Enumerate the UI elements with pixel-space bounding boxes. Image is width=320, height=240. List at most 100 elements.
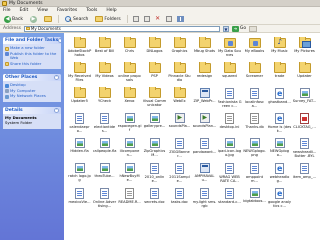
file-item[interactable]: squared [217,62,242,87]
address-dropdown-icon[interactable]: ▼ [222,25,229,32]
panel-header[interactable]: Details ⌃ [3,106,61,114]
file-item[interactable]: 2011Sample... [167,162,192,187]
place-network[interactable]: My Network Places [5,93,59,99]
file-item[interactable]: desktop.ini [217,112,242,137]
task-make-new-folder[interactable]: Make a new folder [5,45,59,51]
delete-icon[interactable]: ✕ [155,16,161,22]
file-item[interactable]: AdobeStockPhotos [67,37,92,62]
file-item[interactable]: Online Advertising... [92,187,117,212]
file-item[interactable]: Fashionista Green c... [217,87,242,112]
file-item[interactable]: My Pictures [292,37,317,62]
file-item[interactable]: NEWGplogo.png [242,137,267,162]
file-item[interactable]: newsheadli... Butter .BYL [292,137,317,162]
file-item[interactable]: secrets.doc [142,187,167,212]
menu-view[interactable]: View [37,8,48,13]
file-item[interactable]: Mbug Shots [192,37,217,62]
file-item[interactable]: item_amp_... [292,162,317,187]
file-item[interactable]: gallerypre... [142,112,167,137]
file-item[interactable]: ilicomponen... [117,137,142,162]
file-item[interactable]: ZIGGBanner... [167,137,192,162]
menu-favorites[interactable]: Favorites [57,8,77,13]
place-desktop[interactable]: Desktop [5,82,59,88]
go-button[interactable]: ➔ Go [231,25,246,32]
menu-edit[interactable]: Edit [20,8,29,13]
task-share-folder[interactable]: Share this folder [5,61,59,66]
links-toolbar-handle[interactable] [249,25,258,32]
file-item[interactable]: pandawant... [192,137,217,162]
forward-button[interactable]: ▶ [29,15,38,23]
file-list-view[interactable]: AdobeStockPhotos Best of Bill Chris DNLogos… [64,33,320,240]
file-item[interactable]: theoTube... [92,162,117,187]
file-item[interactable]: PSP [142,62,167,87]
undo-icon[interactable] [165,16,172,22]
address-input[interactable]: My Documents [23,25,220,32]
file-item[interactable]: YCheck [92,87,117,112]
file-item[interactable]: bigtabtoos... [242,187,267,212]
up-folder-button[interactable] [43,15,53,23]
file-item[interactable]: espacegen.gif [117,112,142,137]
file-item[interactable]: Best of Bill [92,37,117,62]
file-item[interactable]: Thanks.db [242,112,267,137]
menu-file[interactable]: File [3,8,11,13]
file-item[interactable]: My Music [267,37,292,62]
file-item[interactable]: trade [267,62,292,87]
file-item[interactable]: DNLogos [142,37,167,62]
panel-header[interactable]: Other Places ⌃ [3,74,61,81]
file-item[interactable]: calendaepro... [67,112,92,137]
file-item[interactable]: WRAG WEB RATE CA... [217,162,242,187]
search-button[interactable]: Search [64,15,89,23]
file-item[interactable]: electiontides... [92,112,117,137]
file-item[interactable]: my.light sms.rgb [192,187,217,212]
file-item[interactable]: Updater5 [67,87,92,112]
file-item[interactable]: Visual Communicator [142,87,167,112]
file-item[interactable]: mexicoVie... [67,187,92,212]
file-item[interactable]: redesign [192,62,217,87]
collapse-chevron-icon[interactable]: ⌃ [54,75,59,80]
file-item[interactable]: ghostband... [267,87,292,112]
file-item[interactable]: amppointm... [242,162,267,187]
file-item[interactable]: callpeople.fla [92,137,117,162]
menu-tools[interactable]: Tools [86,8,97,13]
file-item[interactable]: My Videos [92,62,117,87]
file-item[interactable]: Updater [292,62,317,87]
file-item[interactable]: Home is (desk... [267,112,292,137]
back-button[interactable]: ◀ Back [3,15,24,23]
file-item[interactable]: Xerox [117,87,142,112]
folders-button[interactable]: Folders [94,15,121,23]
file-item[interactable]: online proposals [117,62,142,87]
file-item[interactable]: ipad-icon-logo.jpg [217,137,242,162]
file-item[interactable]: ZipGraphicsM... [142,137,167,162]
file-item[interactable]: My eBooks [242,37,267,62]
menu-help[interactable]: Help [106,8,116,13]
move-to-icon[interactable] [132,16,139,22]
file-item[interactable]: Graphics [167,37,192,62]
file-item[interactable]: NEWGplogo... [267,137,292,162]
file-item[interactable]: AMPMAVALu... [192,162,217,187]
file-item[interactable]: hNewBuyMe... [117,162,142,187]
collapse-chevron-icon[interactable]: ⌃ [58,38,61,43]
task-publish-web[interactable]: Publish this folder to the Web [5,51,59,61]
file-item[interactable]: tasks.doc [167,187,192,212]
file-item[interactable]: Hidden.fla [67,137,92,162]
file-item[interactable]: README.R... [117,187,142,212]
file-item[interactable]: ZIP_WebPr... [192,87,217,112]
file-item[interactable]: WebEx [167,87,192,112]
file-item[interactable]: My Received Files [67,62,92,87]
file-item[interactable]: Chris [117,37,142,62]
views-icon[interactable] [176,16,184,22]
file-item[interactable]: soundsPlan... [192,112,217,137]
file-item[interactable]: soundsPla... [167,112,192,137]
file-item[interactable]: Screamer [242,62,267,87]
file-item[interactable]: Survey_FAT... [292,87,317,112]
file-item[interactable]: webheadlog... [267,162,292,187]
collapse-chevron-icon[interactable]: ⌃ [54,107,59,113]
file-item[interactable]: My Data Sources [217,37,242,62]
file-item[interactable]: Pinnacle Studio [167,62,192,87]
file-item[interactable]: ratch logo.jpg [67,162,92,187]
copy-to-icon[interactable] [143,16,150,22]
file-item[interactable]: google analytics c... [267,187,292,212]
file-item[interactable]: CLICKTAG_... [292,112,317,137]
panel-header[interactable]: File and Folder Tasks ⌃ [3,37,61,44]
file-item[interactable]: 2010_online... [142,162,167,187]
file-item[interactable]: localinfosca... [242,87,267,112]
